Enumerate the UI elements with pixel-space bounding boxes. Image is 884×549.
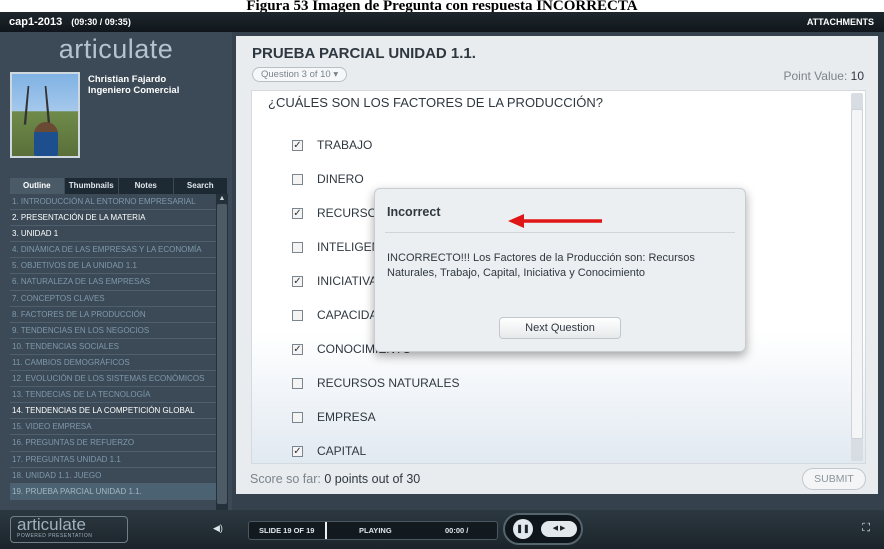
answer-option[interactable]: ✓ TRABAJO bbox=[292, 137, 372, 153]
seek-bar[interactable]: SLIDE 19 OF 19 PLAYING 00:00 / bbox=[248, 521, 498, 540]
popup-divider bbox=[385, 232, 735, 233]
question-counter: Question 3 of 10 bbox=[261, 69, 331, 80]
course-title: cap1-2013 (09:30 / 09:35) bbox=[9, 16, 131, 28]
scroll-up-icon[interactable]: ▲ bbox=[216, 195, 228, 202]
playback-controls: ❚❚ ◀ ▶ bbox=[503, 513, 583, 545]
outline-item[interactable]: 1. INTRODUCCIÓN AL ENTORNO EMPRESARIAL bbox=[10, 194, 216, 211]
outline-item[interactable]: 4. Dinámica de las Empresas y la Economí… bbox=[10, 242, 216, 259]
time-display: (09:30 / 09:35) bbox=[71, 17, 131, 27]
question-text: ¿CUÁLES SON LOS FACTORES DE LA PRODUCCIÓ… bbox=[268, 95, 603, 110]
elapsed-time: 00:00 / bbox=[445, 526, 469, 535]
outline-item[interactable]: 5. OBJETIVOS DE LA UNIDAD 1.1 bbox=[10, 258, 216, 275]
presenter-photo bbox=[10, 72, 80, 158]
attachments-button[interactable]: ATTACHMENTS bbox=[807, 17, 874, 27]
outline-scroll-thumb[interactable] bbox=[217, 204, 227, 504]
answer-checkbox[interactable] bbox=[292, 377, 303, 389]
answer-checkbox[interactable]: ✓ bbox=[292, 343, 303, 355]
articulate-footer-logo: articulate POWERED PRESENTATION bbox=[10, 516, 128, 543]
course-name: cap1-2013 bbox=[9, 16, 63, 28]
next-question-button[interactable]: Next Question bbox=[499, 317, 621, 339]
outline-item[interactable]: 18. Unidad 1.1. Juego bbox=[10, 468, 216, 484]
tab-thumbnails[interactable]: Thumbnails bbox=[64, 178, 119, 194]
fullscreen-icon[interactable]: ⛶ bbox=[862, 522, 870, 535]
answer-checkbox[interactable]: ✓ bbox=[292, 445, 303, 457]
score-label: Score so far: bbox=[250, 472, 321, 486]
answer-option[interactable]: CAPACIDAD bbox=[292, 307, 386, 323]
outline-item[interactable]: 11. CAMBIOS DEMOGRÁFICOS bbox=[10, 355, 216, 372]
outline-item[interactable]: 12. EVOLUCIÓN DE LOS SISTEMAS ECONÓMICOS bbox=[10, 371, 216, 388]
point-value: Point Value: 10 bbox=[783, 69, 864, 83]
answer-checkbox[interactable]: ✓ bbox=[292, 275, 303, 287]
pause-icon[interactable]: ❚❚ bbox=[513, 519, 533, 539]
point-value-label: Point Value: bbox=[783, 69, 848, 83]
outline-scrollbar[interactable]: ▲ ▼ bbox=[216, 194, 228, 526]
answer-checkbox[interactable] bbox=[292, 309, 303, 321]
oil-derrick-image bbox=[23, 85, 51, 125]
outline-item[interactable]: 13. TENDECIAS DE LA TECNOLOGÍA bbox=[10, 387, 216, 404]
slide-counter: SLIDE 19 OF 19 bbox=[259, 526, 315, 535]
popup-title: Incorrect bbox=[387, 205, 441, 219]
answer-option[interactable]: ✓ RECURSOS bbox=[292, 205, 385, 221]
sidebar-tabs: Outline Thumbnails Notes Search bbox=[10, 178, 228, 194]
outline-item[interactable]: 6. NATURALEZA DE LAS EMPRESAS bbox=[10, 274, 216, 291]
playhead[interactable] bbox=[325, 522, 327, 539]
outline-item[interactable]: 16. PREGUNTAS DE REFUERZO bbox=[10, 435, 216, 452]
point-value-number: 10 bbox=[850, 69, 864, 83]
sidebar: articulate Christian Fajardo Ingeniero C… bbox=[0, 32, 232, 526]
score: Score so far: 0 points out of 30 bbox=[250, 472, 420, 486]
answer-checkbox[interactable] bbox=[292, 173, 303, 185]
answer-option[interactable]: ✓ CAPITAL bbox=[292, 443, 366, 459]
tab-notes[interactable]: Notes bbox=[119, 178, 174, 194]
slide-title: PRUEBA PARCIAL UNIDAD 1.1. bbox=[252, 45, 476, 62]
presenter-figure bbox=[34, 122, 58, 156]
answer-checkbox[interactable] bbox=[292, 241, 303, 253]
volume-icon[interactable]: ◀) bbox=[213, 523, 223, 534]
outline-item[interactable]: 7. CONCEPTOS CLAVES bbox=[10, 291, 216, 307]
answer-checkbox[interactable]: ✓ bbox=[292, 139, 303, 151]
footer-logo-subtitle: POWERED PRESENTATION bbox=[17, 533, 93, 539]
question-counter-dropdown[interactable]: Question 3 of 10 ▾ bbox=[252, 67, 348, 82]
outline-item[interactable]: 15. VIDEO EMPRESA bbox=[10, 419, 216, 436]
outline-item[interactable]: 2. PRESENTACIÓN DE LA MATERIA bbox=[10, 210, 216, 227]
answer-option[interactable]: DINERO bbox=[292, 171, 364, 187]
footer-logo-text: articulate bbox=[17, 515, 86, 534]
tab-search[interactable]: Search bbox=[173, 178, 228, 194]
answer-option[interactable]: ✓ INICIATIVA bbox=[292, 273, 377, 289]
answer-label: DINERO bbox=[317, 172, 364, 186]
player-window: cap1-2013 (09:30 / 09:35) ATTACHMENTS ar… bbox=[0, 12, 884, 549]
top-bar: cap1-2013 (09:30 / 09:35) ATTACHMENTS bbox=[0, 12, 884, 32]
answer-option[interactable]: EMPRESA bbox=[292, 409, 376, 425]
answer-option[interactable]: RECURSOS NATURALES bbox=[292, 375, 459, 391]
outline-item[interactable]: 9. TENDENCIAS EN LOS NEGOCIOS bbox=[10, 323, 216, 339]
answer-label: TRABAJO bbox=[317, 138, 373, 152]
score-value: 0 points out of 30 bbox=[324, 472, 421, 486]
red-arrow-annotation bbox=[508, 214, 602, 228]
answer-checkbox[interactable] bbox=[292, 411, 303, 423]
outline-item[interactable]: 17. Preguntas Unidad 1.1 bbox=[10, 452, 216, 468]
answer-label: RECURSOS NATURALES bbox=[317, 376, 460, 390]
tab-outline[interactable]: Outline bbox=[10, 178, 65, 194]
player-controls: articulate POWERED PRESENTATION ◀) SLIDE… bbox=[0, 510, 884, 549]
submit-button[interactable]: SUBMIT bbox=[802, 468, 866, 490]
outline-item[interactable]: 14. TENDENCIAS DE LA COMPETICIÓN GLOBAL bbox=[10, 403, 216, 420]
popup-message: INCORRECTO!!! Los Factores de la Producc… bbox=[387, 252, 695, 279]
presenter-title: Ingeniero Comercial bbox=[88, 85, 180, 96]
play-status: PLAYING bbox=[359, 526, 392, 535]
prev-next-icon[interactable]: ◀ ▶ bbox=[541, 521, 577, 537]
outline-item[interactable]: 3. Unidad 1 bbox=[10, 226, 216, 243]
chevron-down-icon: ▾ bbox=[333, 69, 339, 80]
outline-item[interactable]: 10. TENDENCIAS SOCIALES bbox=[10, 339, 216, 355]
answer-label: INICIATIVA bbox=[317, 274, 378, 288]
presenter-name: Christian Fajardo bbox=[88, 74, 167, 85]
presenter-info: Christian Fajardo Ingeniero Comercial bbox=[88, 74, 179, 96]
answer-label: CAPITAL bbox=[317, 444, 367, 458]
outline-list: 1. INTRODUCCIÓN AL ENTORNO EMPRESARIAL 2.… bbox=[10, 194, 216, 516]
question-scrollbar[interactable] bbox=[851, 93, 863, 461]
question-scroll-thumb[interactable] bbox=[851, 109, 863, 439]
outline-item[interactable]: 8. FACTORES DE LA PRODUCCIÓN bbox=[10, 307, 216, 323]
articulate-logo: articulate bbox=[58, 34, 174, 64]
answer-checkbox[interactable]: ✓ bbox=[292, 207, 303, 219]
outline-item[interactable]: 19. PRUEBA PARCIAL UNIDAD 1.1. bbox=[10, 483, 216, 500]
answer-label: EMPRESA bbox=[317, 410, 376, 424]
